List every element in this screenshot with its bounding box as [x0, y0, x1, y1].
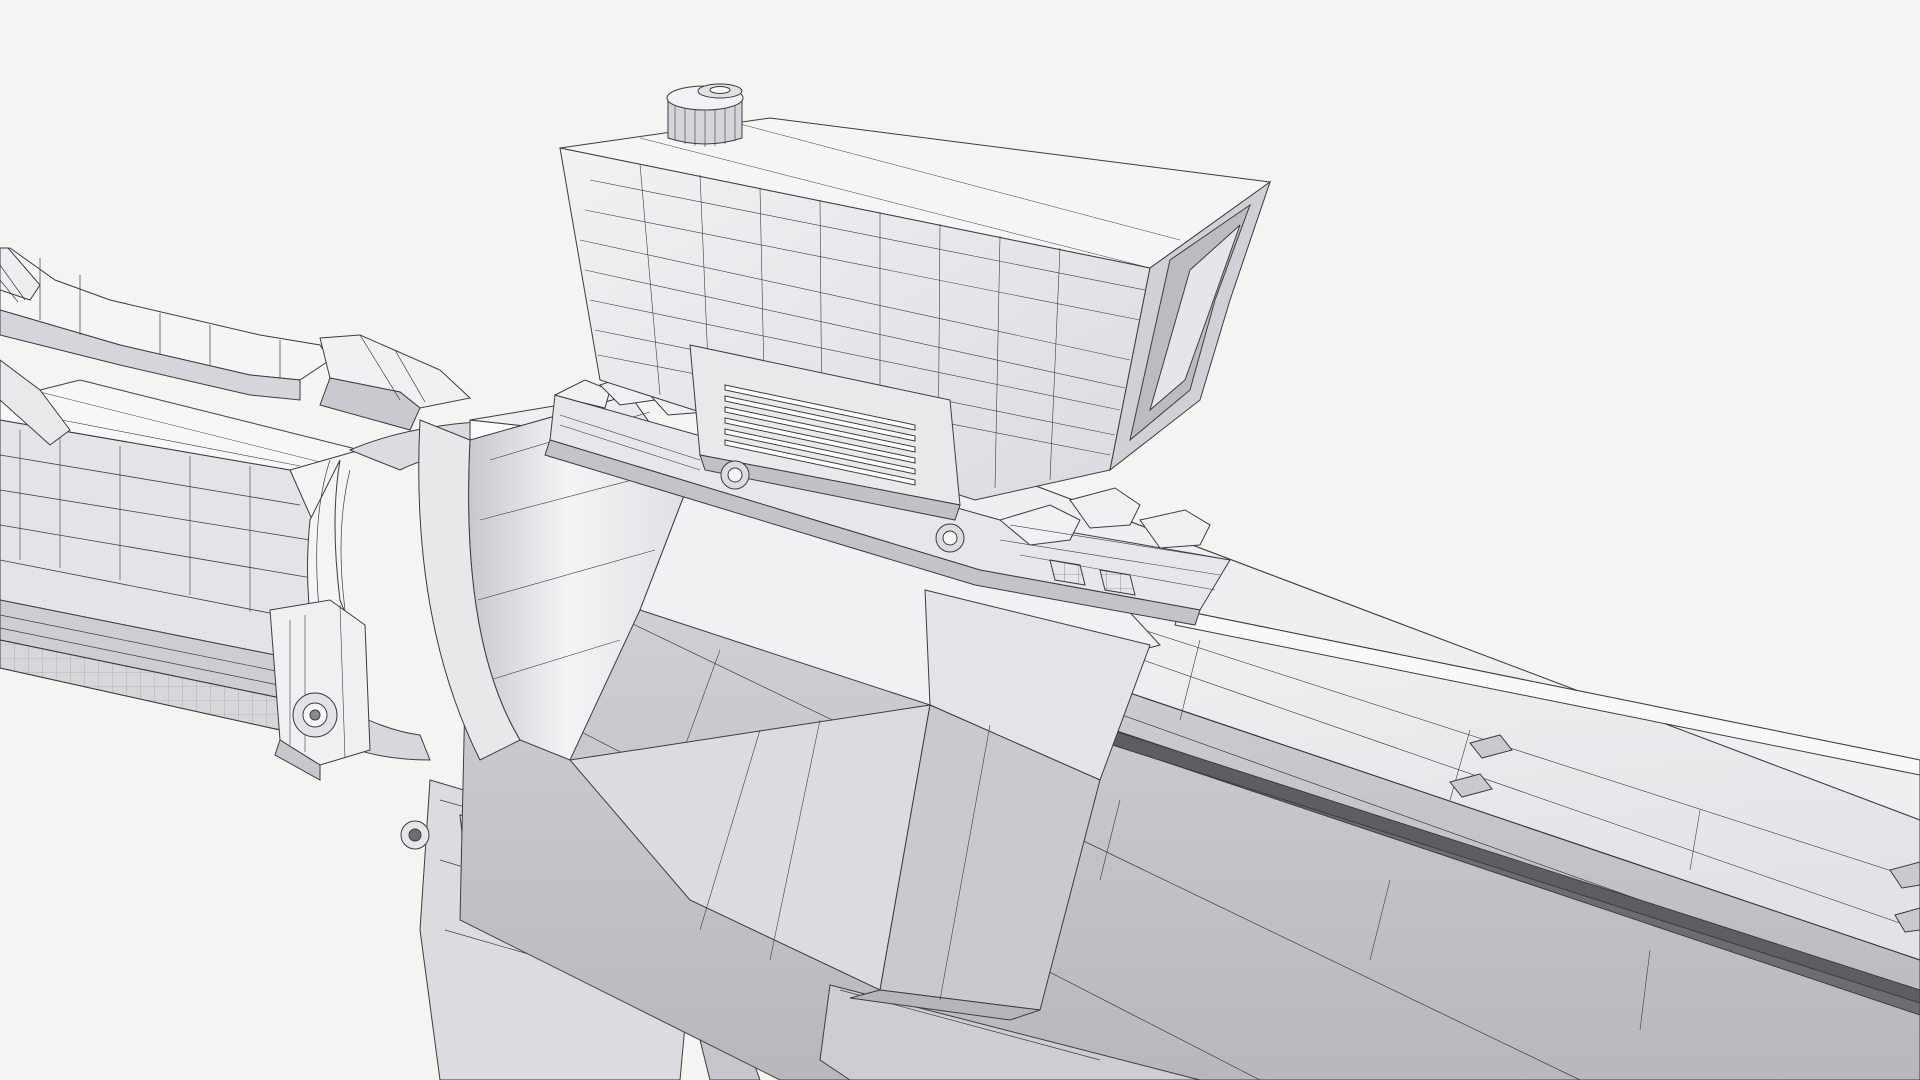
3d-viewport: [0, 0, 1920, 1080]
side-hinge: [269, 599, 371, 781]
scope-knob: [666, 83, 744, 147]
